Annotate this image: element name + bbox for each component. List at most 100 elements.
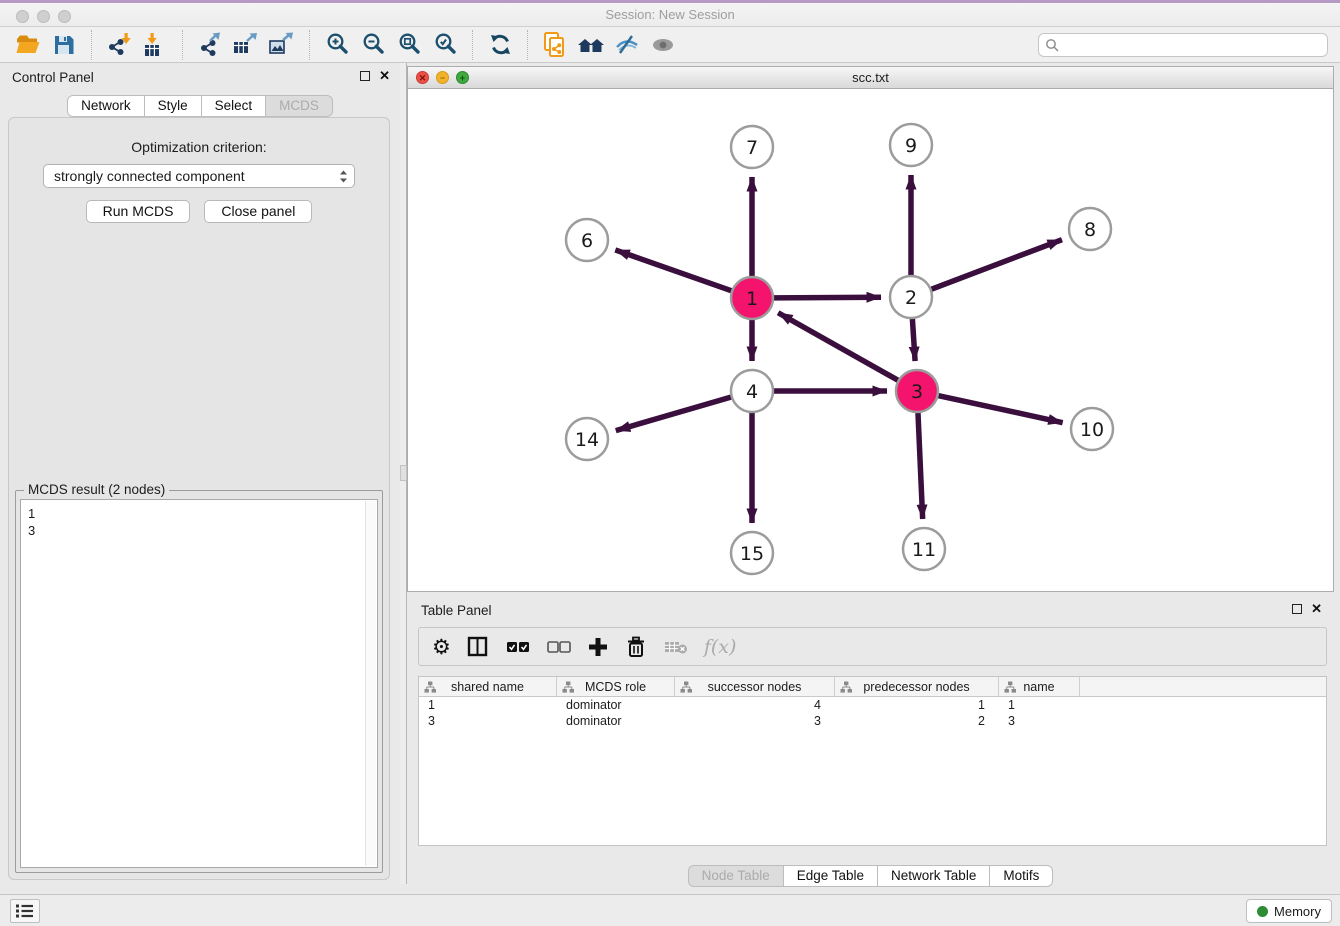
close-panel-icon[interactable]: ✕ [379, 70, 390, 82]
table-row[interactable]: 3dominator323 [419, 713, 1326, 729]
tab-network-table[interactable]: Network Table [878, 865, 990, 887]
svg-text:2: 2 [905, 287, 917, 309]
refresh-icon[interactable] [485, 30, 515, 60]
graph-node-3[interactable]: 3 [896, 370, 938, 412]
table-cell[interactable]: 3 [675, 713, 835, 729]
open-folder-icon[interactable] [13, 30, 43, 60]
criterion-dropdown[interactable]: strongly connected component [43, 164, 355, 188]
criterion-value: strongly connected component [54, 168, 339, 184]
network-canvas[interactable]: 1 2 3 4 6 7 8 9 10 11 14 15 [408, 89, 1333, 591]
table-cell[interactable]: 4 [675, 697, 835, 713]
tab-node-table[interactable]: Node Table [688, 865, 784, 887]
table-body: 1dominator4113dominator323 [419, 697, 1326, 729]
home-icon[interactable] [576, 30, 606, 60]
graph-edge-3-1[interactable] [778, 313, 898, 380]
import-network-icon[interactable] [104, 30, 134, 60]
column-header-shared-name[interactable]: shared name [419, 677, 557, 696]
column-header-predecessor-nodes[interactable]: predecessor nodes [835, 677, 999, 696]
graph-node-1[interactable]: 1 [731, 277, 773, 319]
tab-mcds[interactable]: MCDS [266, 95, 333, 117]
graph-edge-1-2[interactable] [774, 297, 881, 298]
graph-node-10[interactable]: 10 [1071, 408, 1113, 450]
graph-edge-1-6[interactable] [615, 250, 731, 291]
graph-node-14[interactable]: 14 [566, 418, 608, 460]
maximize-window-button[interactable] [58, 10, 71, 23]
float-panel-icon[interactable] [360, 71, 370, 81]
status-bar: Memory [0, 894, 1340, 926]
tab-style[interactable]: Style [145, 95, 202, 117]
table-cell[interactable]: dominator [557, 713, 675, 729]
result-scrollbar[interactable] [365, 501, 376, 866]
table-row[interactable]: 1dominator411 [419, 697, 1326, 713]
clone-network-icon[interactable] [540, 30, 570, 60]
mcds-result-textarea[interactable]: 1 3 [20, 499, 378, 868]
tab-motifs[interactable]: Motifs [990, 865, 1053, 887]
function-builder-icon[interactable]: f(x) [704, 632, 737, 662]
graph-edge-3-10[interactable] [938, 396, 1062, 423]
tab-select[interactable]: Select [202, 95, 267, 117]
gear-icon[interactable]: ⚙ [432, 632, 451, 662]
columns-icon[interactable] [466, 632, 490, 662]
table-cell[interactable]: 1 [999, 697, 1080, 713]
minimize-window-button[interactable] [37, 10, 50, 23]
network-minimize-button[interactable]: − [436, 71, 449, 84]
graph-node-7[interactable]: 7 [731, 126, 773, 168]
float-table-panel-icon[interactable] [1292, 604, 1302, 614]
search-field[interactable] [1038, 33, 1328, 57]
run-mcds-button[interactable]: Run MCDS [86, 200, 191, 223]
close-table-panel-icon[interactable]: ✕ [1311, 603, 1322, 615]
table-cell[interactable]: 3 [419, 713, 557, 729]
table-tabs: Node TableEdge TableNetwork TableMotifs [407, 865, 1334, 887]
graph-node-4[interactable]: 4 [731, 370, 773, 412]
search-input[interactable] [1064, 35, 1327, 55]
graph-edge-4-14[interactable] [616, 397, 731, 430]
network-maximize-button[interactable]: + [456, 71, 469, 84]
column-header-MCDS-role[interactable]: MCDS role [557, 677, 675, 696]
show-eye-icon[interactable] [648, 30, 678, 60]
export-image-icon[interactable] [267, 30, 297, 60]
graph-node-6[interactable]: 6 [566, 219, 608, 261]
network-close-button[interactable]: ✕ [416, 71, 429, 84]
zoom-selected-icon[interactable] [430, 30, 460, 60]
sort-tree-icon [1004, 681, 1016, 693]
delete-table-icon[interactable] [663, 632, 689, 662]
zoom-in-icon[interactable] [322, 30, 352, 60]
column-header-name[interactable]: name [999, 677, 1080, 696]
zoom-out-icon[interactable] [358, 30, 388, 60]
delete-icon[interactable] [624, 632, 648, 662]
table-cell[interactable]: 1 [419, 697, 557, 713]
panel-split-divider[interactable] [400, 63, 407, 884]
table-cell[interactable]: 2 [835, 713, 999, 729]
hide-eye-icon[interactable] [612, 30, 642, 60]
graph-node-2[interactable]: 2 [890, 276, 932, 318]
export-table-icon[interactable] [231, 30, 261, 60]
graph-edge-2-8[interactable] [932, 240, 1062, 290]
graph-edge-3-11[interactable] [918, 413, 923, 519]
save-icon[interactable] [49, 30, 79, 60]
zoom-fit-icon[interactable] [394, 30, 424, 60]
graph-edge-2-3[interactable] [912, 319, 915, 361]
import-table-icon[interactable] [140, 30, 170, 60]
tab-network[interactable]: Network [67, 95, 145, 117]
mcds-result-title: MCDS result (2 nodes) [24, 482, 169, 497]
graph-node-15[interactable]: 15 [731, 532, 773, 574]
divider-grip[interactable] [400, 465, 407, 481]
select-all-checkboxes-icon[interactable] [505, 632, 531, 662]
table-cell[interactable]: 1 [835, 697, 999, 713]
close-window-button[interactable] [16, 10, 29, 23]
add-icon[interactable] [587, 632, 609, 662]
table-cell[interactable]: 3 [999, 713, 1080, 729]
tab-edge-table[interactable]: Edge Table [784, 865, 878, 887]
deselect-checkboxes-icon[interactable] [546, 632, 572, 662]
table-cell[interactable]: dominator [557, 697, 675, 713]
task-history-button[interactable] [10, 899, 40, 923]
graph-node-11[interactable]: 11 [903, 528, 945, 570]
network-window-titlebar[interactable]: ✕ − + scc.txt [408, 67, 1333, 89]
graph-node-9[interactable]: 9 [890, 124, 932, 166]
memory-button[interactable]: Memory [1246, 899, 1332, 923]
graph-node-8[interactable]: 8 [1069, 208, 1111, 250]
close-panel-button[interactable]: Close panel [204, 200, 312, 223]
column-header-successor-nodes[interactable]: successor nodes [675, 677, 835, 696]
export-network-icon[interactable] [195, 30, 225, 60]
table-toolbar: ⚙ f(x) [418, 627, 1327, 666]
